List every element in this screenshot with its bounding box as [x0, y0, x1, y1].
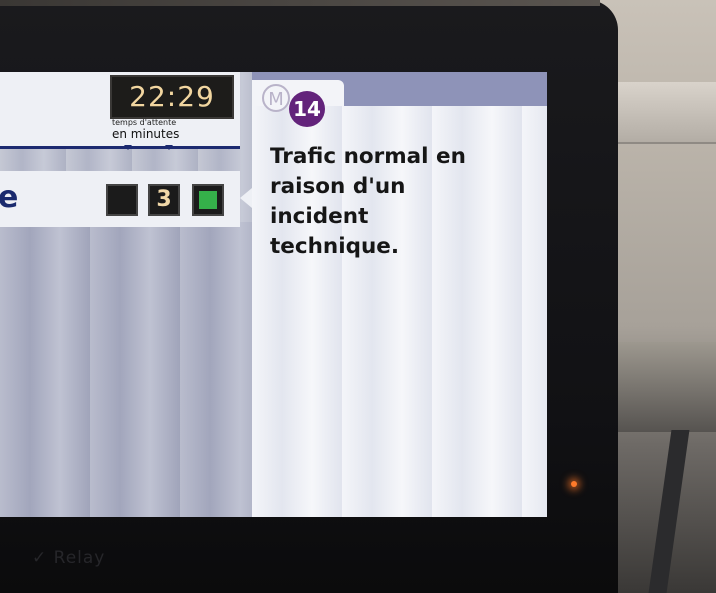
metro-logo-icon: M [262, 84, 290, 112]
wait-time-slot: 3 [148, 184, 180, 216]
display-screen: 22:29 temps d'attente en minutes e 3 M 1… [0, 72, 547, 517]
left-pane-background [0, 222, 252, 517]
monitor-bezel: 22:29 temps d'attente en minutes e 3 M 1… [0, 0, 618, 593]
clock-box: 22:29 [110, 75, 234, 119]
header-block: 22:29 temps d'attente en minutes [0, 72, 240, 149]
departure-status-indicator [199, 191, 217, 209]
column-marker [165, 145, 173, 150]
empty-time-slot [106, 184, 138, 216]
brand-watermark: ✓ Relay [32, 548, 106, 568]
wait-label-big: en minutes [112, 127, 180, 141]
row-pointer-arrow [240, 188, 252, 208]
status-led-icon [571, 481, 577, 487]
column-marker [124, 145, 132, 150]
wait-time-value: 3 [156, 187, 172, 212]
departure-row: e 3 [0, 171, 240, 227]
clock-display: 22:29 [129, 80, 215, 113]
wait-label-small: temps d'attente [112, 118, 177, 127]
line-14-badge: 14 [289, 91, 325, 127]
destination-name: e [0, 180, 19, 215]
departure-status-slot [192, 184, 224, 216]
bezel-top-edge [0, 0, 600, 6]
traffic-message: Trafic normal en raison d'un incident te… [270, 144, 466, 259]
